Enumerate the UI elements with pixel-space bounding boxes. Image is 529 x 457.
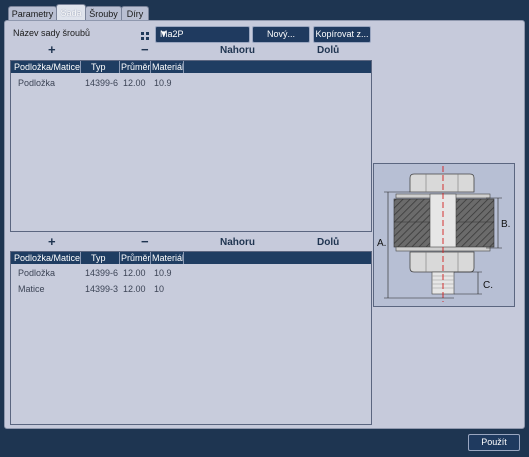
add-icon[interactable]: + <box>48 42 56 57</box>
top-list-header: Podložka/Matice Typ Průměr Materiál <box>11 61 371 73</box>
bolt-assembly-diagram: A. B. C. <box>373 163 515 307</box>
bottom-list-header: Podložka/Matice Typ Průměr Materiál <box>11 252 371 264</box>
remove-icon[interactable]: − <box>141 234 149 249</box>
table-row[interactable]: Podložka 14399-6 12.00 10.9 <box>11 267 371 279</box>
grid-icon <box>141 32 149 40</box>
bottom-list-toolbar: + − Nahoru Dolů <box>10 234 370 249</box>
set-name-label: Název sady šroubů <box>13 28 91 38</box>
top-list-toolbar: + − Nahoru Dolů <box>10 42 370 57</box>
col-header-podlozka[interactable]: Podložka/Matice <box>14 62 80 72</box>
tab-parametry[interactable]: Parametry <box>8 6 57 21</box>
dropdown-arrow-icon: ▼ <box>160 29 168 38</box>
copy-from-button[interactable]: Kopírovat z... <box>313 26 371 43</box>
remove-icon[interactable]: − <box>141 42 149 57</box>
col-header-prumer[interactable]: Průměr <box>121 253 151 263</box>
col-header-typ[interactable]: Typ <box>91 62 106 72</box>
bottom-components-list[interactable]: Podložka/Matice Typ Průměr Materiál Podl… <box>10 251 372 425</box>
move-up-button[interactable]: Nahoru <box>220 237 255 248</box>
new-button[interactable]: Nový... <box>252 26 310 43</box>
add-icon[interactable]: + <box>48 234 56 249</box>
tab-diry[interactable]: Díry <box>121 6 149 21</box>
bolt-assembly-illustration: A. B. C. <box>377 166 510 302</box>
dimension-label-a: A. <box>377 238 386 249</box>
table-row[interactable]: Podložka 14399-6 12.00 10.9 <box>11 77 371 89</box>
col-header-typ[interactable]: Typ <box>91 253 106 263</box>
top-components-list[interactable]: Podložka/Matice Typ Průměr Materiál Podl… <box>10 60 372 232</box>
dimension-label-b: B. <box>501 219 510 230</box>
col-header-material[interactable]: Materiál <box>152 62 184 72</box>
move-up-button[interactable]: Nahoru <box>220 45 255 56</box>
col-header-prumer[interactable]: Průměr <box>121 62 151 72</box>
tab-srouby[interactable]: Šrouby <box>85 6 122 21</box>
dimension-label-c: C. <box>483 280 493 291</box>
col-header-material[interactable]: Materiál <box>152 253 184 263</box>
set-name-select[interactable]: Ma2P ▼ <box>155 26 250 43</box>
table-row[interactable]: Matice 14399-3 12.00 10 <box>11 283 371 295</box>
apply-button[interactable]: Použít <box>468 434 520 451</box>
move-down-button[interactable]: Dolů <box>317 45 339 56</box>
col-header-podlozka[interactable]: Podložka/Matice <box>14 253 80 263</box>
move-down-button[interactable]: Dolů <box>317 237 339 248</box>
